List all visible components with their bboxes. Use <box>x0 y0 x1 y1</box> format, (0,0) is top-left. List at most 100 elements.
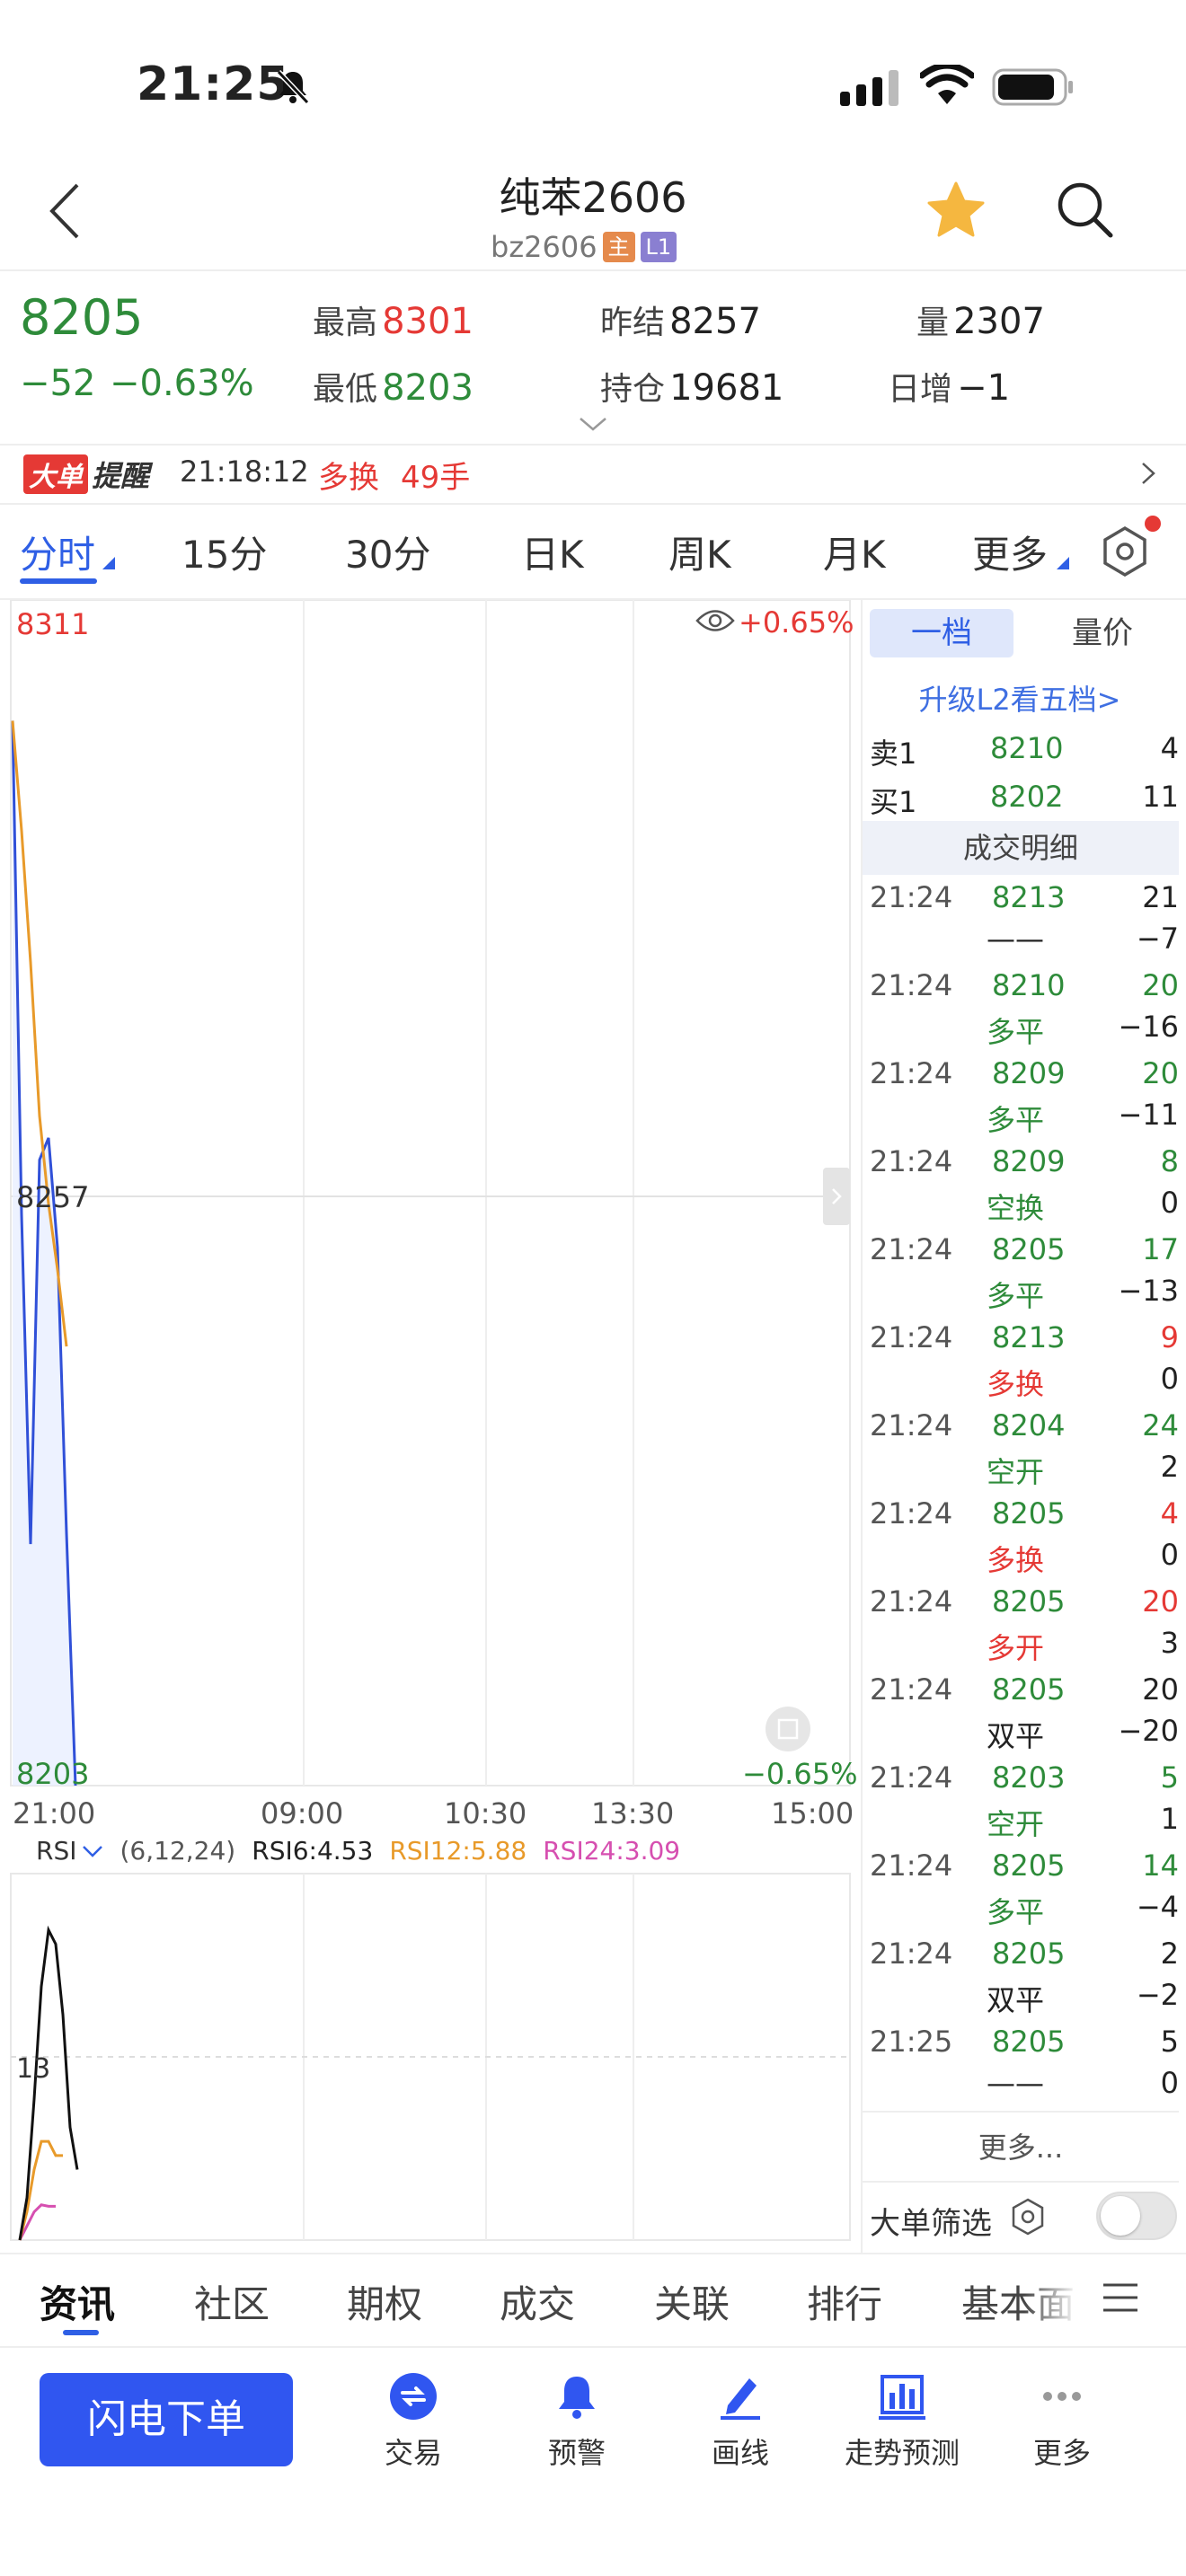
big-order-alert-label: 提醒 <box>92 459 150 493</box>
tab-15min[interactable]: 15分 <box>181 525 267 579</box>
time-label: 15:00 <box>771 1796 854 1831</box>
trade-time: 21:25 <box>870 2025 953 2059</box>
price-change: −52 <box>20 363 96 404</box>
trade-oi-change: −16 <box>1118 1010 1179 1044</box>
sell1-price: 8210 <box>990 731 1064 765</box>
tab-weekly-k[interactable]: 周K <box>668 525 731 579</box>
fullscreen-button[interactable] <box>766 1707 810 1751</box>
trade-volume: 24 <box>1142 1408 1179 1442</box>
buy1-price: 8202 <box>990 780 1064 814</box>
trade-row: 21:24 8209 20 多平 −11 <box>870 1056 1179 1139</box>
low-field: 最低 8203 <box>313 363 474 410</box>
big-order-badge-label: 大单 <box>23 454 88 494</box>
trade-price: 8205 <box>992 2025 1066 2059</box>
trade-row: 21:24 8213 21 —— −7 <box>870 880 1179 963</box>
trade-type: —— <box>987 2066 1044 2100</box>
more-trades-link[interactable]: 更多... <box>863 2125 1179 2166</box>
volume-label: 量 <box>916 304 950 341</box>
trade-time: 21:24 <box>870 1232 953 1266</box>
trade-volume: 21 <box>1142 880 1179 914</box>
tab-related[interactable]: 关联 <box>654 2274 730 2329</box>
trade-oi-change: −7 <box>1136 922 1179 956</box>
tab-more[interactable]: 更多 <box>972 525 1048 579</box>
chart-low-label: 8203 <box>16 1757 90 1791</box>
chevron-down-icon <box>82 1845 102 1857</box>
toolbar-more-label: 更多 <box>1032 2436 1091 2470</box>
big-order-type: 多换 <box>318 460 379 496</box>
tab-news[interactable]: 资讯 <box>40 2274 115 2329</box>
flash-order-button[interactable]: 闪电下单 <box>40 2373 293 2466</box>
notification-dot <box>1145 516 1161 532</box>
chevron-right-icon[interactable] <box>1139 460 1157 487</box>
trade-price: 8205 <box>992 1848 1066 1883</box>
toolbar-alert-label: 预警 <box>547 2436 606 2470</box>
rsi-indicator-select[interactable]: RSI <box>36 1836 104 1866</box>
tab-trades[interactable]: 成交 <box>500 2274 575 2329</box>
prev-settle-label: 昨结 <box>600 304 666 341</box>
trade-oi-change: 3 <box>1160 1626 1179 1660</box>
eye-icon[interactable] <box>695 607 735 634</box>
trade-oi-change: −11 <box>1118 1098 1179 1132</box>
cellular-signal-icon <box>840 70 898 106</box>
trade-row: 21:24 8205 20 双平 −20 <box>870 1672 1179 1755</box>
chart-settings-icon[interactable] <box>1098 525 1152 578</box>
tab-volume-price[interactable]: 量价 <box>1035 609 1170 657</box>
trade-time: 21:24 <box>870 1848 953 1883</box>
trade-type: 双平 <box>987 1719 1045 1753</box>
expand-chevron-icon[interactable] <box>577 415 609 433</box>
big-order-qty: 49手 <box>401 460 471 496</box>
trade-time: 21:24 <box>870 1760 953 1795</box>
tab-level1[interactable]: 一档 <box>870 609 1013 657</box>
tab-daily-k[interactable]: 日K <box>521 525 584 579</box>
filter-settings-icon[interactable] <box>1008 2197 1048 2236</box>
trade-price: 8204 <box>992 1408 1066 1442</box>
toolbar-forecast[interactable]: 走势预测 <box>830 2371 974 2472</box>
trade-volume: 20 <box>1142 1056 1179 1090</box>
toolbar-trade-label: 交易 <box>384 2436 442 2470</box>
upgrade-l2-link[interactable]: 升级L2看五档> <box>863 677 1177 719</box>
tab-30min[interactable]: 30分 <box>345 525 430 579</box>
toolbar-draw[interactable]: 画线 <box>668 2371 812 2472</box>
rsi-name: RSI <box>36 1836 77 1866</box>
trade-time: 21:24 <box>870 1496 953 1531</box>
chart-low-pct: −0.65% <box>742 1757 858 1791</box>
toolbar-alert[interactable]: 预警 <box>505 2371 649 2472</box>
trade-time: 21:24 <box>870 968 953 1002</box>
menu-icon[interactable] <box>1102 2281 1139 2314</box>
toolbar-trade[interactable]: 交易 <box>341 2371 485 2472</box>
trade-time: 21:24 <box>870 1144 953 1178</box>
tab-active-underline <box>63 2330 99 2335</box>
tab-ranking[interactable]: 排行 <box>807 2274 882 2329</box>
more-icon <box>1043 2392 1081 2401</box>
intraday-chart[interactable] <box>0 600 855 2249</box>
trade-volume: 5 <box>1160 1760 1179 1795</box>
trade-row: 21:25 8205 5 —— 0 <box>870 2025 1179 2107</box>
favorite-star-icon[interactable] <box>925 180 987 241</box>
tab-intraday[interactable]: 分时 <box>20 525 95 579</box>
search-icon[interactable] <box>1055 180 1114 239</box>
trade-oi-change: −2 <box>1136 1978 1179 2012</box>
toggle-knob <box>1101 2196 1140 2236</box>
trade-volume: 20 <box>1142 968 1179 1002</box>
big-order-badge: 大单 提醒 <box>23 454 150 494</box>
divider <box>863 2181 1179 2183</box>
trade-volume: 14 <box>1142 1848 1179 1883</box>
rsi-legend: RSI (6,12,24) RSI6:4.53 RSI12:5.88 RSI24… <box>36 1836 680 1866</box>
tab-monthly-k[interactable]: 月K <box>823 525 886 579</box>
open-interest-label: 持仓 <box>600 371 666 408</box>
tab-options[interactable]: 期权 <box>347 2274 422 2329</box>
toolbar-more[interactable]: 更多 <box>990 2371 1134 2472</box>
buy1-label: 买1 <box>870 785 917 819</box>
last-price: 8205 <box>20 289 144 346</box>
back-chevron-icon[interactable] <box>47 180 83 243</box>
daily-increase-field: 日增 −1 <box>888 363 1010 410</box>
status-time: 21:25 <box>137 57 290 111</box>
time-label: 21:00 <box>13 1796 96 1831</box>
panel-toggle-handle[interactable] <box>823 1168 850 1225</box>
trade-row: 21:24 8210 20 多平 −16 <box>870 968 1179 1051</box>
trade-type: 多开 <box>987 1631 1045 1665</box>
tab-community[interactable]: 社区 <box>194 2274 270 2329</box>
trade-row: 21:24 8205 4 多换 0 <box>870 1496 1179 1579</box>
time-label: 13:30 <box>591 1796 675 1831</box>
big-order-filter-toggle[interactable] <box>1096 2192 1177 2240</box>
